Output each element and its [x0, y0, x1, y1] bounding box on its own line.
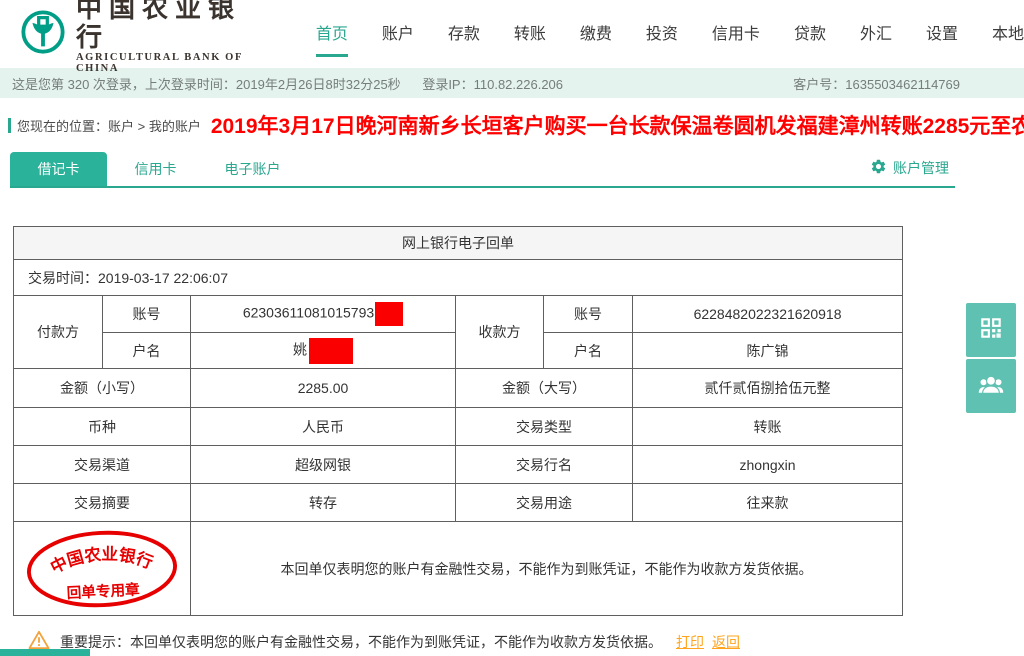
payer-name-text: 姚	[293, 341, 307, 357]
txn-summary-value: 转存	[191, 484, 456, 522]
nav-item-transfer[interactable]: 转账	[514, 12, 546, 57]
abc-bank-logo-icon	[20, 9, 66, 60]
important-notice: 重要提示：本回单仅表明您的账户有金融性交易，不能作为到账凭证，不能作为收款方发货…	[28, 630, 1024, 653]
amount-upper-label: 金额（大写）	[456, 369, 633, 408]
tab-e-account[interactable]: 电子账户	[204, 152, 301, 186]
nav-item-deposits[interactable]: 存款	[448, 12, 480, 57]
gear-icon	[870, 158, 887, 178]
txn-type-value: 转账	[633, 408, 903, 446]
payee-name-value: 陈广锦	[633, 333, 903, 369]
nav-item-payments[interactable]: 缴费	[580, 12, 612, 57]
amount-upper-value: 贰仟贰佰捌拾伍元整	[633, 369, 903, 408]
payer-name-value: 姚	[191, 333, 456, 369]
top-bar: 中国农业银行 AGRICULTURAL BANK OF CHINA 首页 账户 …	[0, 0, 1024, 68]
txn-bank-label: 交易行名	[456, 446, 633, 484]
transaction-time-cell: 交易时间：2019-03-17 22:06:07	[14, 260, 903, 296]
brand-name-en: AGRICULTURAL BANK OF CHINA	[76, 52, 258, 74]
payer-account-number: 62303611081015793	[243, 305, 374, 321]
payer-name-label: 户名	[103, 333, 191, 369]
login-ip-value: 110.82.226.206	[474, 77, 563, 92]
bank-seal-stamp: 中国农业银行 回单专用章	[16, 523, 188, 614]
nav-item-invest[interactable]: 投资	[646, 12, 678, 57]
login-visit-text: 这是您第 320 次登录，上次登录时间：2019年2月26日8时32分25秒	[12, 77, 401, 92]
customer-service-icon	[977, 370, 1005, 403]
stamp-cell: 中国农业银行 回单专用章	[14, 522, 191, 616]
payee-account-label: 账号	[544, 296, 633, 333]
notice-prefix: 重要提示：	[60, 634, 130, 650]
stamp-line1: 中国农业银行	[46, 540, 157, 577]
transaction-time-label: 交易时间：	[28, 270, 98, 286]
payer-account-value: 62303611081015793	[191, 296, 456, 333]
breadcrumb-row: 您现在的位置：账户 > 我的账户 2019年3月17日晚河南新乡长垣客户购买一台…	[0, 98, 1024, 152]
txn-channel-value: 超级网银	[191, 446, 456, 484]
nav-item-loans[interactable]: 贷款	[794, 12, 826, 57]
customer-number-value: 1635503462114769	[845, 77, 960, 92]
transaction-time-value: 2019-03-17 22:06:07	[98, 270, 228, 286]
customer-number-label: 客户号：	[793, 77, 845, 92]
receipt-title: 网上银行电子回单	[14, 227, 903, 260]
receipt-note: 本回单仅表明您的账户有金融性交易，不能作为到账凭证，不能作为收款方发货依据。	[191, 522, 903, 616]
side-toolbar	[966, 303, 1016, 413]
notice-body: 本回单仅表明您的账户有金融性交易，不能作为到账凭证，不能作为收款方发货依据。	[130, 634, 662, 650]
nav-item-accounts[interactable]: 账户	[382, 12, 414, 57]
payer-account-label: 账号	[103, 296, 191, 333]
breadcrumb-accent-bar	[8, 118, 11, 133]
notice-links: 打印返回	[676, 632, 748, 652]
brand-name-cn: 中国农业银行	[76, 0, 258, 52]
qr-code-button[interactable]	[966, 303, 1016, 357]
brand-logo: 中国农业银行 AGRICULTURAL BANK OF CHINA	[20, 0, 258, 74]
amount-lower-label: 金额（小写）	[14, 369, 191, 408]
svg-text:中国农业银行: 中国农业银行	[46, 540, 157, 577]
print-link[interactable]: 打印	[676, 634, 704, 650]
nav-item-settings[interactable]: 设置	[926, 12, 958, 57]
txn-purpose-value: 往来款	[633, 484, 903, 522]
payee-account-value: 6228482022321620918	[633, 296, 903, 333]
redaction-block	[375, 302, 403, 326]
txn-bank-value: zhongxin	[633, 446, 903, 484]
txn-summary-label: 交易摘要	[14, 484, 191, 522]
breadcrumb: 您现在的位置：账户 > 我的账户	[17, 116, 201, 135]
e-receipt-table: 网上银行电子回单 交易时间：2019-03-17 22:06:07 付款方 账号…	[13, 226, 903, 616]
txn-channel-label: 交易渠道	[14, 446, 191, 484]
nav-item-forex[interactable]: 外汇	[860, 12, 892, 57]
nav-item-local[interactable]: 本地	[992, 12, 1024, 57]
account-manage-label: 账户管理	[893, 158, 949, 178]
redaction-block	[309, 338, 353, 364]
account-manage-button[interactable]: 账户管理	[870, 158, 949, 178]
qr-code-icon	[978, 315, 1004, 346]
nav-item-credit-card[interactable]: 信用卡	[712, 12, 760, 57]
customer-service-button[interactable]	[966, 359, 1016, 413]
tab-debit-card[interactable]: 借记卡	[10, 152, 107, 186]
amount-lower-value: 2285.00	[191, 369, 456, 408]
payee-name-label: 户名	[544, 333, 633, 369]
currency-label: 币种	[14, 408, 191, 446]
red-annotation-text: 2019年3月17日晚河南新乡长垣客户购买一台长款保温卷圆机发福建漳州转账228…	[211, 110, 1024, 140]
payee-group-cell: 收款方	[456, 296, 544, 369]
footer-strip	[0, 649, 90, 656]
txn-purpose-label: 交易用途	[456, 484, 633, 522]
txn-type-label: 交易类型	[456, 408, 633, 446]
currency-value: 人民币	[191, 408, 456, 446]
main-nav: 首页 账户 存款 转账 缴费 投资 信用卡 贷款 外汇 设置 本地	[316, 12, 1024, 57]
back-link[interactable]: 返回	[712, 634, 740, 650]
tab-credit-card[interactable]: 信用卡	[107, 152, 204, 186]
login-ip-label: 登录IP：	[422, 77, 473, 92]
stamp-line2: 回单专用章	[66, 580, 140, 602]
login-info-left: 这是您第 320 次登录，上次登录时间：2019年2月26日8时32分25秒 登…	[12, 74, 563, 93]
customer-number: 客户号：1635503462114769	[793, 74, 960, 93]
notice-text: 重要提示：本回单仅表明您的账户有金融性交易，不能作为到账凭证，不能作为收款方发货…	[60, 632, 662, 652]
payer-group-cell: 付款方	[14, 296, 103, 369]
nav-item-home[interactable]: 首页	[316, 12, 348, 57]
account-tabs: 借记卡 信用卡 电子账户 账户管理	[10, 152, 955, 188]
